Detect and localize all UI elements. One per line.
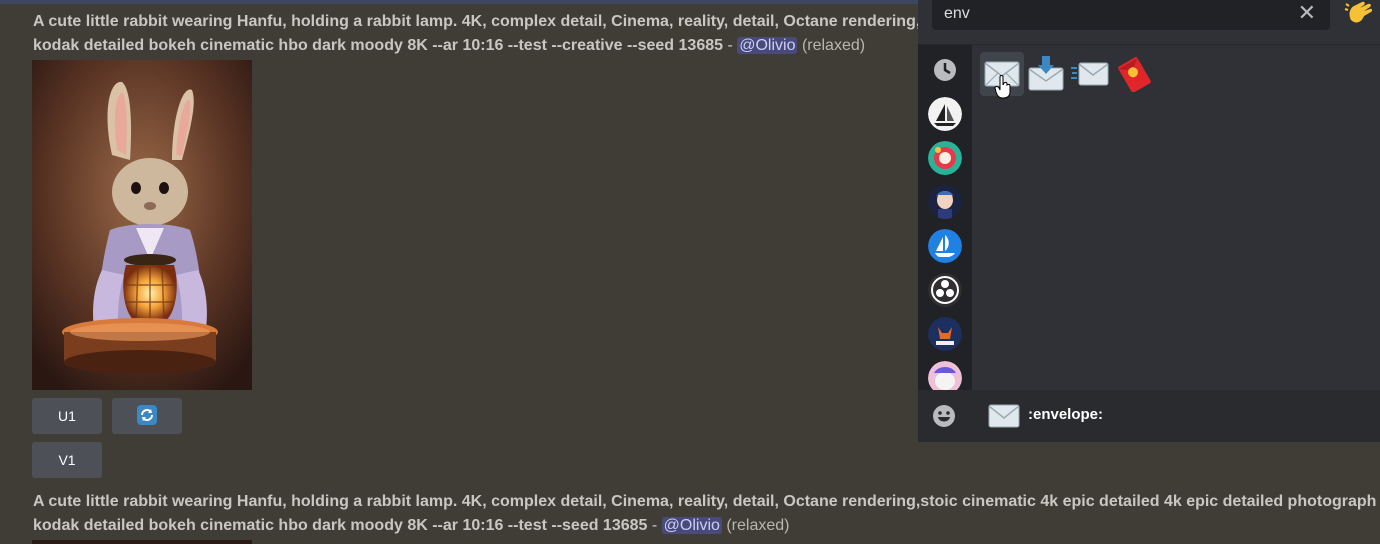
prompt-text: kodak detailed bokeh cinematic hbo dark … [33, 517, 648, 534]
sailboat-server-icon[interactable] [928, 97, 962, 131]
upscale-u1-button[interactable]: U1 [32, 398, 102, 434]
emoji-preview-footer: :envelope: [918, 390, 1380, 442]
wave-emoji-icon[interactable] [1342, 0, 1376, 30]
mouse-cursor-icon [994, 75, 1012, 104]
close-icon[interactable]: ✕ [1298, 2, 1316, 24]
cartoon-server-icon[interactable] [928, 361, 962, 391]
envelope-preview-icon [988, 403, 1020, 429]
user-mention[interactable]: @Olivio [661, 517, 722, 534]
user-mention[interactable]: @Olivio [737, 37, 798, 54]
variation-v1-button[interactable]: V1 [32, 442, 102, 478]
smiley-icon[interactable] [932, 404, 956, 428]
emoji-preview-name: :envelope: [1028, 406, 1104, 423]
emoji-results-grid [972, 45, 1380, 390]
emoji-picker: ✕ [918, 0, 1380, 442]
generated-image[interactable] [32, 60, 252, 390]
opensea-server-icon[interactable] [928, 229, 962, 263]
reroll-button[interactable] [112, 398, 182, 434]
separator: - [647, 517, 662, 534]
red-envelope-emoji[interactable] [1112, 52, 1156, 96]
emoji-category-rail [918, 45, 972, 391]
emoji-search-input[interactable] [942, 0, 1276, 28]
incoming-envelope-emoji[interactable] [1024, 52, 1068, 96]
picker-header: ✕ [918, 0, 1380, 45]
message-prompt-line1: A cute little rabbit wearing Hanfu, hold… [33, 493, 1380, 510]
separator: - [723, 37, 738, 54]
message-prompt-line2: kodak detailed bokeh cinematic hbo dark … [33, 514, 789, 537]
generated-image-preview[interactable] [32, 540, 252, 544]
status-text: (relaxed) [801, 37, 866, 54]
obs-server-icon[interactable] [928, 273, 962, 307]
recent-clock-icon[interactable] [928, 53, 962, 87]
prompt-text: kodak detailed bokeh cinematic hbo dark … [33, 37, 724, 54]
emoji-search: ✕ [932, 0, 1330, 30]
colorful-server-icon[interactable] [928, 141, 962, 175]
message-prompt-line1: A cute little rabbit wearing Hanfu, hold… [33, 13, 930, 30]
refresh-icon [136, 404, 158, 429]
e-mail-emoji[interactable] [1068, 52, 1112, 96]
status-text: (relaxed) [726, 517, 790, 534]
anime-server-icon[interactable] [928, 185, 962, 219]
message-prompt-line2: kodak detailed bokeh cinematic hbo dark … [33, 34, 865, 57]
fox-group-server-icon[interactable] [928, 317, 962, 351]
